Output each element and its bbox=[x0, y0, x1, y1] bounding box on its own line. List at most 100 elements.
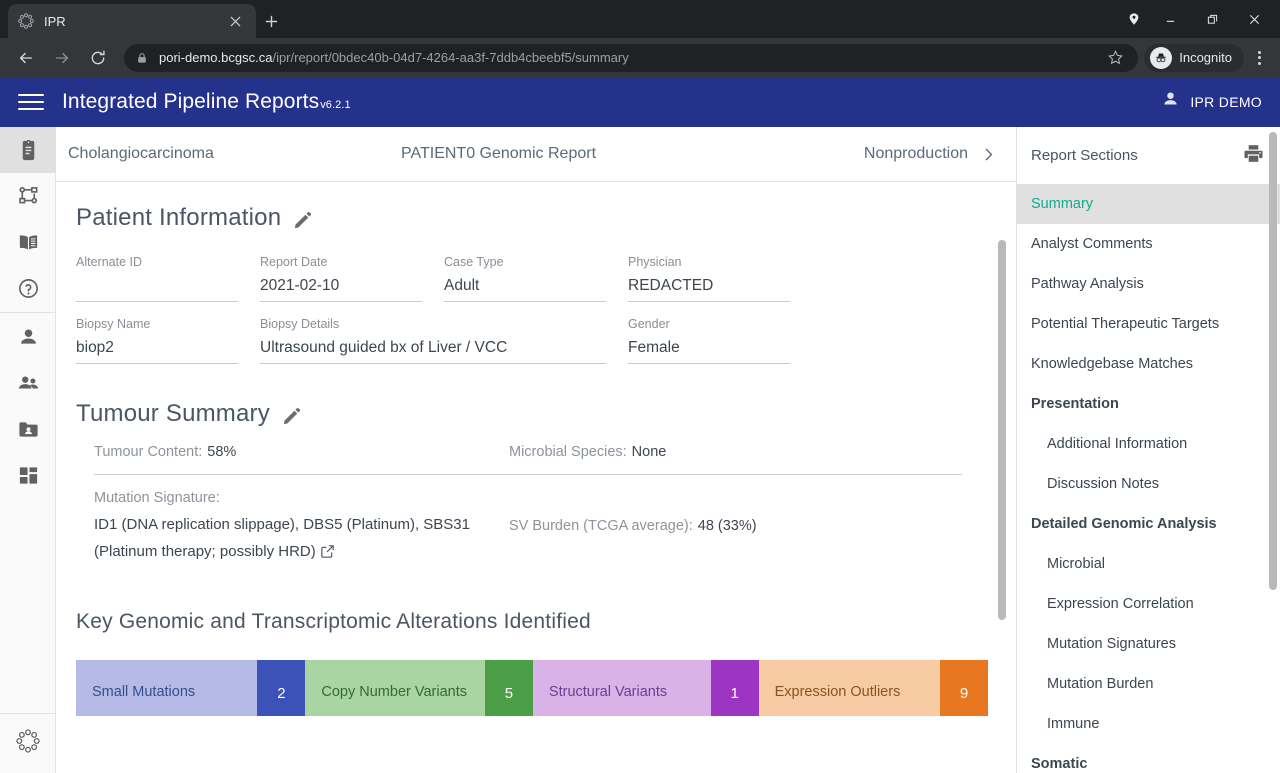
hamburger-menu-icon[interactable] bbox=[18, 89, 44, 115]
section-item-potential-therapeutic-targets[interactable]: Potential Therapeutic Targets bbox=[1017, 304, 1280, 344]
rail-bottom-logo[interactable] bbox=[0, 713, 56, 773]
mutation-signature-value: ID1 (DNA replication slippage), DBS5 (Pl… bbox=[94, 511, 494, 568]
alteration-count-expression-outliers: 9 bbox=[940, 660, 988, 716]
arrow-left-icon[interactable] bbox=[11, 43, 41, 73]
breadcrumb-state[interactable]: Nonproduction bbox=[864, 145, 968, 163]
section-item-analyst-comments[interactable]: Analyst Comments bbox=[1017, 224, 1280, 264]
sv-burden-row: SV Burden (TCGA average): 48 (33%) bbox=[509, 518, 757, 534]
field-report-date[interactable]: Report Date 2021-02-10 bbox=[260, 254, 444, 316]
field-label: Report Date bbox=[260, 255, 328, 269]
field-underline bbox=[260, 363, 606, 364]
section-group-presentation[interactable]: Presentation bbox=[1017, 384, 1280, 424]
incognito-profile-chip[interactable]: Incognito bbox=[1144, 43, 1244, 72]
segment-label: Structural Variants bbox=[548, 684, 668, 700]
section-item-summary[interactable]: Summary bbox=[1017, 184, 1280, 224]
sidebar-item-help[interactable] bbox=[0, 265, 56, 311]
breadcrumb-diagnosis[interactable]: Cholangiocarcinoma bbox=[68, 145, 214, 163]
printer-icon[interactable] bbox=[1243, 143, 1264, 169]
section-item-knowledgebase-matches[interactable]: Knowledgebase Matches bbox=[1017, 344, 1280, 384]
main-scrollbar-thumb[interactable] bbox=[998, 240, 1006, 620]
pencil-edit-icon[interactable] bbox=[282, 405, 301, 424]
key-alterations-bar: Small Mutations 2 Copy Number Variants 5… bbox=[76, 660, 988, 716]
section-item-discussion-notes[interactable]: Discussion Notes bbox=[1017, 464, 1280, 504]
section-group-somatic[interactable]: Somatic bbox=[1017, 744, 1280, 773]
tumour-content-label: Tumour Content: bbox=[94, 444, 203, 460]
close-icon[interactable] bbox=[224, 10, 246, 32]
left-icon-rail bbox=[0, 127, 56, 773]
microbial-species-label: Microbial Species: bbox=[509, 444, 627, 460]
tumour-summary-row-bottom: Mutation Signature: ID1 (DNA replication… bbox=[94, 475, 1016, 568]
section-item-microbial[interactable]: Microbial bbox=[1017, 544, 1280, 584]
external-link-icon[interactable] bbox=[320, 541, 335, 568]
report-sections-panel: Report Sections Summary Analyst Comments… bbox=[1016, 127, 1280, 773]
alteration-segment-copy-number-variants[interactable]: Copy Number Variants bbox=[305, 660, 485, 716]
section-item-expression-correlation[interactable]: Expression Correlation bbox=[1017, 584, 1280, 624]
field-value bbox=[76, 274, 238, 298]
sidebar-item-reports[interactable] bbox=[0, 127, 56, 173]
alteration-count-structural-variants: 1 bbox=[710, 660, 759, 716]
browser-tab[interactable]: IPR bbox=[8, 4, 256, 38]
close-window-button[interactable] bbox=[1234, 4, 1274, 34]
field-case-type[interactable]: Case Type Adult bbox=[444, 254, 628, 316]
field-value: REDACTED bbox=[628, 277, 714, 294]
segment-label: Expression Outliers bbox=[774, 684, 901, 700]
person-icon bbox=[1161, 90, 1180, 114]
sidebar-item-dashboard[interactable] bbox=[0, 452, 56, 498]
tumour-summary-heading: Tumour Summary bbox=[76, 400, 270, 427]
segment-count: 5 bbox=[484, 660, 533, 716]
report-main-panel: Cholangiocarcinoma PATIENT0 Genomic Repo… bbox=[56, 127, 1016, 773]
segment-label: Copy Number Variants bbox=[321, 684, 467, 700]
field-gender[interactable]: Gender Female bbox=[628, 316, 812, 378]
reload-icon[interactable] bbox=[83, 43, 113, 73]
section-label: Expression Correlation bbox=[1047, 596, 1194, 612]
ring-of-dots-icon bbox=[18, 13, 34, 29]
app-header-user[interactable]: IPR DEMO bbox=[1161, 90, 1262, 114]
field-alternate-id[interactable]: Alternate ID bbox=[76, 254, 260, 316]
section-item-mutation-burden[interactable]: Mutation Burden bbox=[1017, 664, 1280, 704]
sidebar-item-user[interactable] bbox=[0, 314, 56, 360]
section-group-detailed-genomic-analysis[interactable]: Detailed Genomic Analysis bbox=[1017, 504, 1280, 544]
field-label: Biopsy Details bbox=[260, 317, 340, 331]
tumour-summary-body: Tumour Content: 58% Microbial Species: Non… bbox=[76, 444, 1016, 568]
section-item-pathway-analysis[interactable]: Pathway Analysis bbox=[1017, 264, 1280, 304]
section-item-mutation-signatures[interactable]: Mutation Signatures bbox=[1017, 624, 1280, 664]
section-item-immune[interactable]: Immune bbox=[1017, 704, 1280, 744]
field-biopsy-name[interactable]: Biopsy Name biop2 bbox=[76, 316, 260, 378]
page-title-tumour-summary: Tumour Summary bbox=[76, 400, 1016, 428]
address-bar[interactable]: pori-demo.bcgsc.ca/ipr/report/0bdec40b-0… bbox=[124, 43, 1139, 72]
patient-info-row-2: Biopsy Name biop2 Biopsy Details Ultraso… bbox=[76, 316, 1016, 378]
maximize-restore-button[interactable] bbox=[1192, 4, 1232, 34]
field-value: Female bbox=[628, 339, 680, 356]
field-physician[interactable]: Physician REDACTED bbox=[628, 254, 812, 316]
section-label: Microbial bbox=[1047, 556, 1106, 572]
field-biopsy-details[interactable]: Biopsy Details Ultrasound guided bx of L… bbox=[260, 316, 628, 378]
page-title-key-alterations: Key Genomic and Transcriptomic Alteratio… bbox=[76, 610, 591, 633]
field-label: Gender bbox=[628, 317, 670, 331]
alteration-segment-expression-outliers[interactable]: Expression Outliers bbox=[758, 660, 940, 716]
app-title: Integrated Pipeline Reports v6.2.1 bbox=[62, 90, 351, 114]
minimize-button[interactable] bbox=[1150, 4, 1190, 34]
arrow-right-icon[interactable] bbox=[47, 43, 77, 73]
alteration-count-copy-number-variants: 5 bbox=[484, 660, 533, 716]
alteration-segment-small-mutations[interactable]: Small Mutations bbox=[76, 660, 258, 716]
browser-tab-title: IPR bbox=[44, 13, 66, 29]
sidebar-item-graph[interactable] bbox=[0, 173, 56, 219]
sidebar-item-projects[interactable] bbox=[0, 406, 56, 452]
sidebar-scrollbar-thumb[interactable] bbox=[1269, 132, 1277, 590]
chevron-right-icon[interactable] bbox=[978, 144, 998, 164]
pencil-edit-icon[interactable] bbox=[293, 209, 312, 228]
sidebar-item-groups[interactable] bbox=[0, 360, 56, 406]
field-value: biop2 bbox=[76, 339, 114, 356]
location-pin-icon[interactable] bbox=[1120, 4, 1148, 34]
microbial-species-value: None bbox=[631, 444, 667, 460]
kebab-menu-icon[interactable] bbox=[1246, 43, 1272, 73]
star-icon[interactable] bbox=[1104, 50, 1126, 65]
alteration-segment-structural-variants[interactable]: Structural Variants bbox=[532, 660, 711, 716]
breadcrumb: Cholangiocarcinoma PATIENT0 Genomic Repo… bbox=[56, 127, 1016, 182]
section-item-additional-information[interactable]: Additional Information bbox=[1017, 424, 1280, 464]
sidebar-item-knowledgebase[interactable] bbox=[0, 219, 56, 265]
new-tab-button[interactable] bbox=[258, 8, 284, 34]
breadcrumb-report-title[interactable]: PATIENT0 Genomic Report bbox=[401, 145, 596, 163]
segment-count: 2 bbox=[257, 660, 306, 716]
patient-info-row-1: Alternate ID Report Date 2021-02-10 Case… bbox=[76, 254, 1016, 316]
